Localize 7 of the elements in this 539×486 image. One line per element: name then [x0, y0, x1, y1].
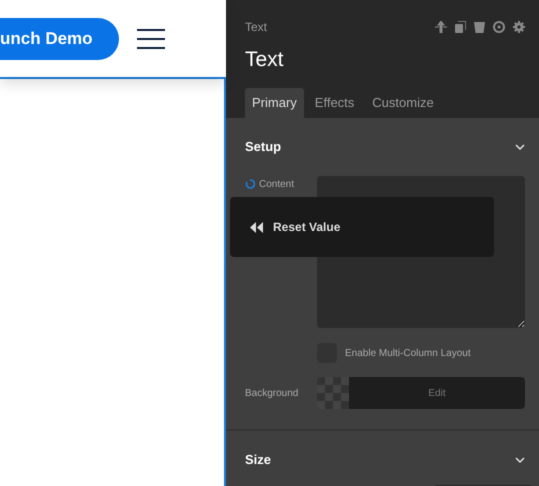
section-title: Size: [245, 451, 272, 470]
field-label: Content: [259, 179, 294, 190]
checkbox-label: Enable Multi-Column Layout: [345, 346, 471, 360]
field-label: Background: [245, 386, 300, 400]
section-title: Setup: [245, 138, 282, 156]
panel-title: Text: [245, 47, 285, 73]
breadcrumb: Text: [245, 19, 268, 36]
